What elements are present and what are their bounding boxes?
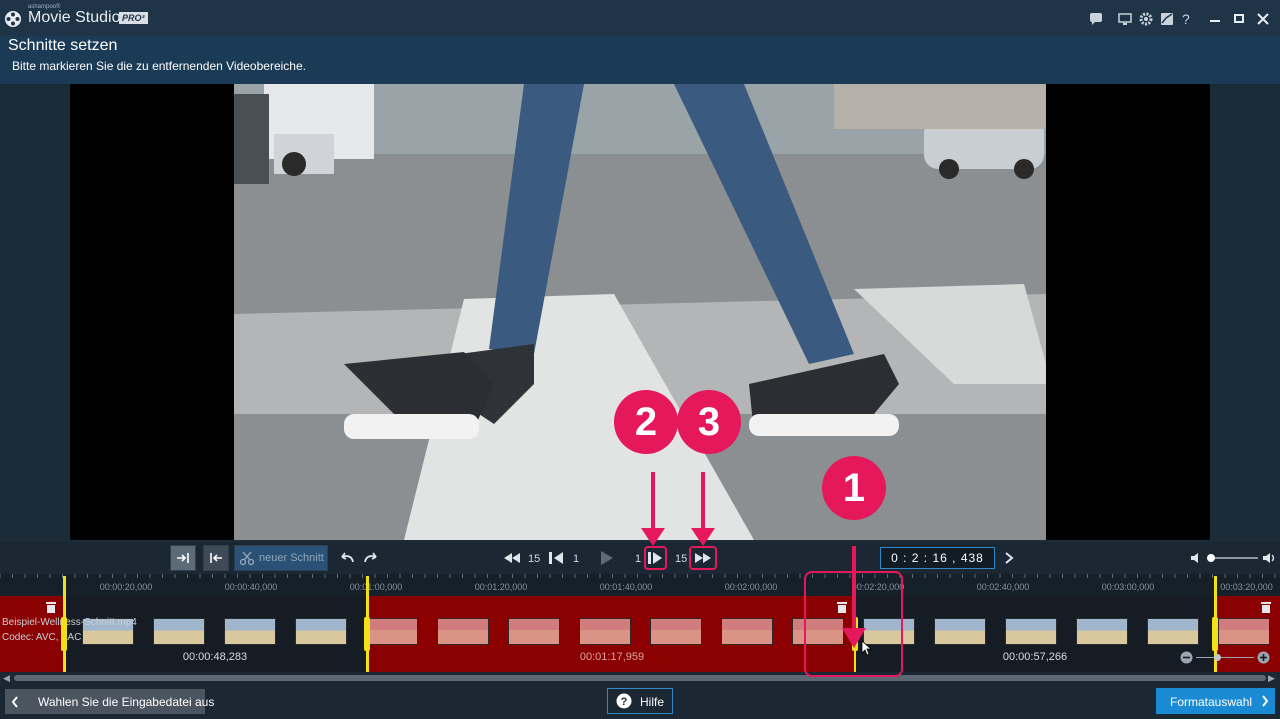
clip-thumbnail: [153, 618, 205, 645]
edition-badge: PRO³: [119, 12, 148, 24]
title-bar: [0, 0, 1280, 36]
zoom-slider[interactable]: [1196, 657, 1254, 658]
annotation-arrow: [641, 472, 665, 546]
ruler-label: 00:03:20,000: [1220, 582, 1273, 592]
volume-slider[interactable]: [1208, 557, 1258, 559]
prev-frames: 1: [573, 553, 580, 565]
page-subtitle: Bitte markieren Sie die zu entfernenden …: [12, 59, 306, 73]
timecode-input[interactable]: 0 : 2 : 16 , 438: [880, 547, 995, 569]
next-button-label: Formatauswahl: [1170, 695, 1253, 709]
annotation-badge-3: 3: [677, 390, 741, 454]
cut-handle[interactable]: [61, 617, 67, 651]
segment-duration: 00:01:17,959: [579, 651, 645, 663]
clip-thumbnail: [508, 618, 560, 645]
zoom-slider-handle[interactable]: [1214, 654, 1221, 661]
clip-thumbnail: [579, 618, 631, 645]
clip-thumbnail: [224, 618, 276, 645]
image-icon[interactable]: [1160, 12, 1174, 26]
clip-thumbnail: [366, 618, 418, 645]
redo-icon[interactable]: [362, 550, 380, 566]
clip-thumbnail: [1147, 618, 1199, 645]
minimize-icon[interactable]: [1210, 20, 1220, 22]
annotation-badge-1: 1: [822, 456, 886, 520]
ruler-label: 00:01:20,000: [474, 582, 528, 592]
undo-icon[interactable]: [338, 550, 356, 566]
annotation-highlight: [689, 546, 717, 570]
clip-thumbnail: [295, 618, 347, 645]
volume-low-icon: [1191, 553, 1198, 563]
annotation-highlight: [804, 571, 903, 677]
volume-high-icon: [1263, 553, 1275, 563]
question-circle-icon: ?: [616, 693, 632, 709]
help-button[interactable]: ? Hilfe: [607, 688, 673, 714]
help-button-label: Hilfe: [640, 695, 665, 709]
help-icon[interactable]: ?: [1182, 11, 1190, 27]
clip-thumbnail: [721, 618, 773, 645]
clip-thumbnail: [437, 618, 489, 645]
scissors-icon: [239, 551, 255, 566]
segment-duration: 00:00:57,266: [1002, 651, 1068, 663]
jump-to-end-icon: [210, 553, 222, 563]
ruler-label: 00:02:40,000: [976, 582, 1030, 592]
svg-text:?: ?: [621, 696, 628, 708]
set-start-button[interactable]: [170, 545, 196, 571]
maximize-icon[interactable]: [1234, 14, 1244, 23]
trash-icon[interactable]: [45, 600, 57, 614]
clip-thumbnail: [1005, 618, 1057, 645]
cut-handle[interactable]: [1212, 617, 1218, 651]
chevron-right-icon[interactable]: [1003, 551, 1015, 565]
back-button-label: Wahlen Sie die Eingabedatei aus: [38, 695, 215, 709]
annotation-highlight: [644, 546, 667, 570]
track-filename: Beispiel-Wellness-Schnitt.mp4: [2, 617, 137, 628]
clip-thumbnail: [934, 618, 986, 645]
ruler-label: 00:01:00,000: [349, 582, 403, 592]
close-icon[interactable]: [1257, 13, 1269, 25]
ruler-label: 00:03:00,000: [1101, 582, 1155, 592]
ruler-label: 00:00:20,000: [99, 582, 153, 592]
trash-icon[interactable]: [1260, 600, 1272, 614]
jump-to-start-icon: [177, 553, 189, 563]
ruler-label: 00:02:00,000: [724, 582, 778, 592]
rewind-icon[interactable]: [503, 552, 521, 564]
app-name: Movie Studio: [28, 9, 121, 26]
gear-icon[interactable]: [1139, 12, 1153, 26]
step-back-icon[interactable]: [548, 551, 566, 565]
annotation-arrow: [691, 472, 715, 546]
play-icon[interactable]: [599, 550, 615, 566]
chat-icon[interactable]: [1089, 12, 1103, 26]
page-title: Schnitte setzen: [8, 37, 118, 54]
chevron-left-icon: [11, 696, 18, 708]
film-reel-icon: [5, 11, 21, 27]
scrollbar-thumb[interactable]: [14, 675, 1266, 681]
monitor-icon[interactable]: [1118, 12, 1132, 26]
ruler-label: 00:00:40,000: [224, 582, 278, 592]
track-codec: Codec: AVC, AAC: [2, 632, 82, 643]
volume-slider-handle[interactable]: [1207, 554, 1215, 562]
zoom-in-icon[interactable]: [1257, 651, 1270, 664]
ruler-label: 00:01:40,000: [599, 582, 653, 592]
scroll-left-icon[interactable]: ◀: [3, 673, 10, 684]
new-cut-label: neuer Schnitt: [259, 552, 324, 564]
zoom-out-icon[interactable]: [1180, 651, 1193, 664]
rewind-frames: 15: [528, 553, 541, 565]
forward-frames: 15: [675, 553, 688, 565]
new-cut-button[interactable]: neuer Schnitt: [234, 545, 328, 571]
annotation-badge-2: 2: [614, 390, 678, 454]
next-button[interactable]: Formatauswahl: [1156, 688, 1275, 714]
chevron-right-icon: [1262, 695, 1269, 707]
segment-duration: 00:00:48,283: [182, 651, 248, 663]
scroll-right-icon[interactable]: ▶: [1268, 673, 1275, 684]
next-frames: 1: [635, 553, 642, 565]
clip-thumbnail: [1076, 618, 1128, 645]
back-button[interactable]: Wahlen Sie die Eingabedatei aus: [5, 689, 214, 714]
clip-thumbnail: [650, 618, 702, 645]
clip-thumbnail: [1218, 618, 1270, 645]
cut-handle[interactable]: [364, 617, 370, 651]
set-end-button[interactable]: [203, 545, 229, 571]
